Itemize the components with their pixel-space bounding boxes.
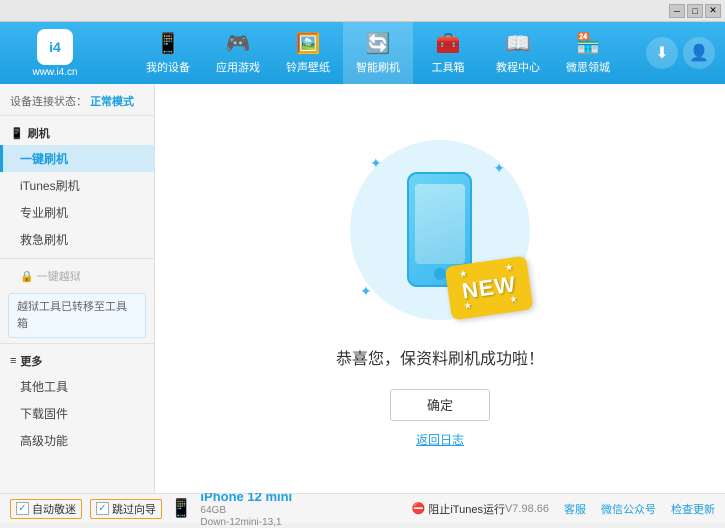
sidebar-item-pro-flash[interactable]: 专业刷机 [0,199,154,226]
stop-itunes[interactable]: ⛔ 阻止iTunes运行 [402,501,505,517]
nav-ringtones-label: 铃声壁纸 [286,59,330,75]
nav-ringtones[interactable]: 🖼️ 铃声壁纸 [273,22,343,84]
phone-home-button [434,268,446,280]
lock-icon: 🔒 [20,270,34,283]
window-controls[interactable]: ─ □ ✕ [669,4,721,18]
nav-toolbox[interactable]: 🧰 工具箱 [413,22,483,84]
close-btn[interactable]: ✕ [705,4,721,18]
confirm-button[interactable]: 确定 [390,389,490,421]
title-bar: ─ □ ✕ [0,0,725,22]
main: 设备连接状态： 正常模式 📱 刷机 一键刷机 iTunes刷机 专业刷机 救急刷… [0,84,725,493]
phone-illustration: ✦ ✦ ✦ ★ ★ NEW ★ [340,130,540,330]
content-area: ✦ ✦ ✦ ★ ★ NEW ★ [155,84,725,493]
bottom-bar: ✓ 自动敬迷 ✓ 跳过向导 📱 iPhone 12 mini 64GB Down… [0,493,725,523]
toolbox-icon: 🧰 [436,31,461,56]
nav: 📱 我的设备 🎮 应用游戏 🖼️ 铃声壁纸 🔄 智能刷机 🧰 工具箱 📖 教程中… [110,22,646,84]
new-badge: ★ ★ NEW ★ ★ [444,255,533,320]
device-icon: 📱 [170,498,192,519]
nav-my-device[interactable]: 📱 我的设备 [133,22,203,84]
sidebar-section-jailbreak: 🔒 一键越狱 越狱工具已转移至工具箱 [0,264,154,338]
jailbreak-locked: 🔒 一键越狱 [0,264,154,288]
nav-apps-games-label: 应用游戏 [216,59,260,75]
sidebar-section-flash: 📱 刷机 一键刷机 iTunes刷机 专业刷机 救急刷机 [0,121,154,253]
weibo-store-icon: 🏪 [576,31,601,56]
header: i4 www.i4.cn 📱 我的设备 🎮 应用游戏 🖼️ 铃声壁纸 🔄 智能刷… [0,22,725,84]
download-btn[interactable]: ⬇ [646,37,678,69]
user-btn[interactable]: 👤 [683,37,715,69]
skip-wizard-label: 跳过向导 [112,501,156,517]
bottom-left: ✓ 自动敬迷 ✓ 跳过向导 📱 iPhone 12 mini 64GB Down… [10,489,402,528]
my-device-icon: 📱 [156,31,181,56]
nav-weibo-store-label: 微思领城 [566,59,610,75]
sidebar: 设备连接状态： 正常模式 📱 刷机 一键刷机 iTunes刷机 专业刷机 救急刷… [0,84,155,493]
sidebar-item-other-tools[interactable]: 其他工具 [0,373,154,400]
more-section-title: ≡ 更多 [0,349,154,373]
nav-apps-games[interactable]: 🎮 应用游戏 [203,22,273,84]
star-bot-left: ★ [463,300,472,310]
nav-right-buttons: ⬇ 👤 [646,37,715,69]
download-icon: ⬇ [655,43,668,63]
go-back-link[interactable]: 返回日志 [416,431,464,448]
skip-wizard-checkbox-item[interactable]: ✓ 跳过向导 [90,499,162,519]
sidebar-item-data-flash[interactable]: 救急刷机 [0,226,154,253]
nav-my-device-label: 我的设备 [146,59,190,75]
auto-restart-label: 自动敬迷 [32,501,76,517]
success-message: 恭喜您，保资料刷机成功啦！ [336,345,544,369]
nav-tutorial[interactable]: 📖 教程中心 [483,22,553,84]
version: V7.98.66 [505,503,549,515]
status-value: 正常模式 [90,96,134,108]
device-info: iPhone 12 mini 64GB Down-12mini-13,1 [200,489,292,528]
sparkle-2: ✦ [493,160,505,177]
sparkle-1: ✦ [370,155,382,172]
nav-toolbox-label: 工具箱 [432,59,465,75]
nav-weibo-store[interactable]: 🏪 微思领城 [553,22,623,84]
nav-smart-store-label: 智能刷机 [356,59,400,75]
sidebar-item-advanced[interactable]: 高级功能 [0,427,154,454]
phone-screen [415,184,465,264]
skip-wizard-checkbox[interactable]: ✓ [96,502,109,515]
sidebar-item-download-firmware[interactable]: 下载固件 [0,400,154,427]
sidebar-section-more: ≡ 更多 其他工具 下载固件 高级功能 [0,349,154,454]
auto-restart-checkbox[interactable]: ✓ [16,502,29,515]
connection-status: 设备连接状态： 正常模式 [0,89,154,116]
star-bot-right: ★ [509,294,518,304]
more-section-icon: ≡ [10,355,16,367]
jailbreak-hint: 越狱工具已转移至工具箱 [8,293,146,338]
new-badge-text: ★ ★ NEW ★ ★ [459,262,519,310]
logo-icon: i4 [37,29,73,65]
ringtones-icon: 🖼️ [296,31,321,56]
device-storage: 64GB [200,505,292,516]
auto-restart-checkbox-item[interactable]: ✓ 自动敬迷 [10,499,82,519]
logo-url: www.i4.cn [32,67,77,78]
check-update-link[interactable]: 检查更新 [671,501,715,517]
smart-store-icon: 🔄 [366,31,391,56]
flash-section-icon: 📱 [10,127,24,140]
divider-1 [0,258,154,259]
flash-section-title: 📱 刷机 [0,121,154,145]
nav-smart-store[interactable]: 🔄 智能刷机 [343,22,413,84]
user-icon: 👤 [689,43,709,63]
sidebar-item-one-click-flash[interactable]: 一键刷机 [0,145,154,172]
phone-wrapper: ✦ ✦ ✦ ★ ★ NEW ★ [336,130,544,448]
maximize-btn[interactable]: □ [687,4,703,18]
logo[interactable]: i4 www.i4.cn [10,29,100,78]
status-label: 设备连接状态： [10,96,87,108]
stop-itunes-label: 阻止iTunes运行 [428,501,505,517]
bottom-right: V7.98.66 客服 微信公众号 检查更新 [505,501,715,517]
customer-service-link[interactable]: 客服 [564,501,586,517]
stop-itunes-icon: ⛔ [412,502,426,515]
minimize-btn[interactable]: ─ [669,4,685,18]
nav-tutorial-label: 教程中心 [496,59,540,75]
tutorial-icon: 📖 [506,31,531,56]
wechat-link[interactable]: 微信公众号 [601,501,656,517]
sidebar-item-itunes-flash[interactable]: iTunes刷机 [0,172,154,199]
apps-games-icon: 🎮 [226,31,251,56]
divider-2 [0,343,154,344]
sparkle-3: ✦ [360,283,372,300]
